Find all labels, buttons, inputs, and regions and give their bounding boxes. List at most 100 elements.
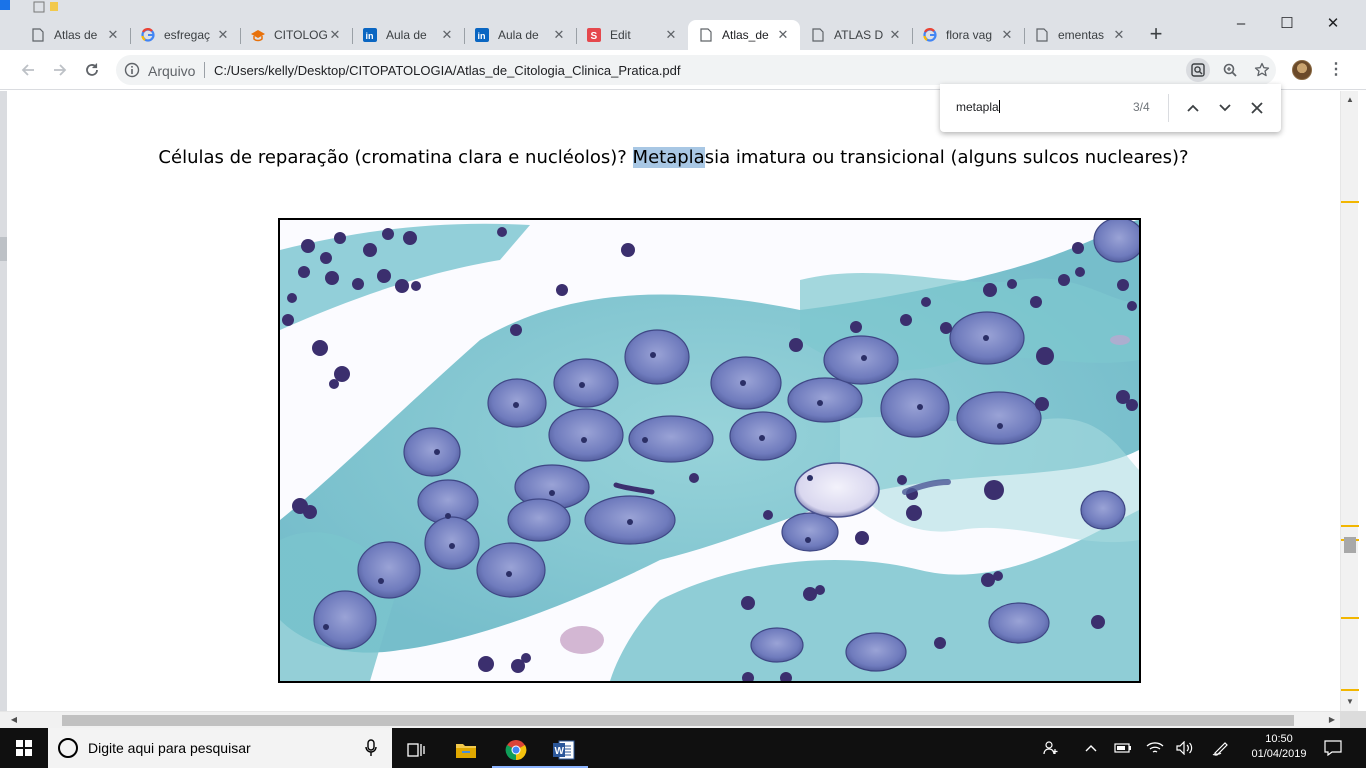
find-match-count: 3/4: [1133, 100, 1150, 114]
back-button[interactable]: [16, 58, 40, 82]
scroll-down-arrow-icon[interactable]: ▼: [1345, 697, 1355, 707]
tab-label: esfregaç: [164, 28, 211, 42]
close-tab-icon[interactable]: ✕: [552, 28, 566, 42]
svg-text:S: S: [591, 31, 598, 42]
match-marker: [1341, 525, 1359, 527]
volume-icon[interactable]: [1174, 728, 1196, 768]
tab-strip: Atlas de ✕ esfregaç ✕ CITOLOG ✕ in Aula …: [0, 0, 1366, 50]
tab-edit[interactable]: S Edit ✕: [576, 20, 688, 50]
caption-before: Células de reparação (cromatina clara e …: [158, 147, 633, 168]
tab-atlas-1[interactable]: Atlas de ✕: [20, 20, 130, 50]
tab-aula-2[interactable]: in Aula de ✕: [464, 20, 576, 50]
tab-label: Atlas de: [54, 28, 98, 42]
browser-menu-icon[interactable]: ⋮: [1326, 58, 1346, 82]
find-next-button[interactable]: [1213, 96, 1237, 120]
maximize-button[interactable]: ☐: [1264, 10, 1310, 38]
pen-workspace-icon[interactable]: [1210, 728, 1232, 768]
close-tab-icon[interactable]: ✕: [1000, 28, 1014, 42]
close-tab-icon[interactable]: ✕: [664, 28, 678, 42]
find-divider: [1168, 94, 1169, 122]
new-tab-button[interactable]: +: [1144, 23, 1168, 47]
linkedin-icon: in: [362, 27, 378, 43]
task-view-icon: [407, 743, 425, 757]
task-view-button[interactable]: [392, 732, 440, 768]
folder-icon: [456, 744, 476, 758]
wifi-icon[interactable]: [1144, 728, 1166, 768]
tab-flora[interactable]: flora vag ✕: [912, 20, 1024, 50]
system-clock[interactable]: 10:50 01/04/2019: [1244, 732, 1314, 762]
scroll-up-arrow-icon[interactable]: ▲: [1345, 95, 1355, 105]
action-center-icon[interactable]: [1318, 728, 1348, 768]
linkedin-icon: in: [474, 27, 490, 43]
document-icon: [698, 27, 714, 43]
close-tab-icon[interactable]: ✕: [888, 28, 902, 42]
find-query: metapla: [956, 100, 999, 114]
search-match-highlight: Metapla: [632, 147, 705, 168]
word-taskbar-button[interactable]: W: [540, 732, 588, 768]
minimize-button[interactable]: –: [1218, 10, 1264, 38]
tab-label: Aula de: [386, 28, 427, 42]
chevron-down-icon: [1219, 104, 1231, 112]
scroll-right-arrow-icon[interactable]: ▶: [1326, 714, 1338, 726]
clock-time: 10:50: [1265, 733, 1293, 745]
show-hidden-icons-chevron-icon[interactable]: [1080, 728, 1102, 768]
tab-citolog[interactable]: CITOLOG ✕: [240, 20, 352, 50]
document-icon: [810, 27, 826, 43]
tab-atlas-active[interactable]: Atlas_de ✕: [688, 20, 800, 50]
tab-label: Atlas_de: [722, 28, 769, 42]
horizontal-scroll-thumb[interactable]: [62, 715, 1294, 726]
file-explorer-button[interactable]: [442, 732, 490, 768]
tab-aula-1[interactable]: in Aula de ✕: [352, 20, 464, 50]
match-marker: [1341, 689, 1359, 691]
close-tab-icon[interactable]: ✕: [1112, 28, 1126, 42]
close-tab-icon[interactable]: ✕: [440, 28, 454, 42]
address-bar[interactable]: Arquivo C:/Users/kelly/Desktop/CITOPATOL…: [116, 55, 1276, 85]
document-icon: [30, 27, 46, 43]
back-arrow-icon: [21, 64, 34, 76]
forward-arrow-icon: [54, 64, 67, 76]
pdf-viewport[interactable]: Células de reparação (cromatina clara e …: [0, 91, 1366, 711]
horizontal-scrollbar[interactable]: ◀ ▶: [0, 711, 1340, 728]
windows-logo-icon: [16, 740, 32, 756]
close-tab-icon[interactable]: ✕: [216, 28, 230, 42]
search-placeholder: Digite aqui para pesquisar: [88, 740, 251, 756]
tab-ementas[interactable]: ementas ✕: [1024, 20, 1136, 50]
pdf-page: Células de reparação (cromatina clara e …: [7, 91, 1340, 711]
close-tab-icon[interactable]: ✕: [776, 28, 790, 42]
taskbar-search[interactable]: Digite aqui para pesquisar: [48, 728, 392, 768]
reload-button[interactable]: [80, 58, 104, 82]
find-previous-button[interactable]: [1181, 96, 1205, 120]
close-window-button[interactable]: ✕: [1310, 10, 1356, 38]
battery-icon[interactable]: [1112, 728, 1134, 768]
figure-caption: Células de reparação (cromatina clara e …: [7, 147, 1340, 168]
tab-label: Aula de: [498, 28, 539, 42]
url-text[interactable]: C:/Users/kelly/Desktop/CITOPATOLOGIA/Atl…: [214, 63, 681, 78]
gutter-marker: [0, 237, 7, 261]
bookmark-star-icon[interactable]: [1250, 58, 1274, 82]
tab-esfregaco[interactable]: esfregaç ✕: [130, 20, 240, 50]
pale-nucleus: [794, 462, 880, 518]
find-close-button[interactable]: [1245, 96, 1269, 120]
scroll-left-arrow-icon[interactable]: ◀: [8, 714, 20, 726]
profile-avatar[interactable]: [1292, 60, 1312, 80]
close-tab-icon[interactable]: ✕: [106, 28, 120, 42]
forward-button[interactable]: [48, 58, 72, 82]
microphone-icon[interactable]: [364, 738, 378, 758]
zoom-icon[interactable]: [1218, 58, 1242, 82]
tab-label: CITOLOG: [274, 28, 328, 42]
google-icon: [140, 27, 156, 43]
people-icon[interactable]: [1040, 728, 1062, 768]
find-input[interactable]: metapla: [956, 100, 1000, 114]
close-tab-icon[interactable]: ✕: [328, 28, 342, 42]
svg-text:in: in: [478, 31, 486, 41]
close-icon: [1251, 102, 1263, 114]
info-icon[interactable]: [124, 62, 140, 78]
match-marker: [1341, 201, 1359, 203]
chrome-taskbar-button[interactable]: [492, 732, 540, 768]
match-marker: [1341, 617, 1359, 619]
start-button[interactable]: [0, 728, 48, 768]
find-in-page-icon[interactable]: [1186, 58, 1210, 82]
vertical-scrollbar[interactable]: ▲ ▼: [1340, 91, 1359, 711]
scroll-thumb[interactable]: [1344, 537, 1356, 553]
tab-atlas-d[interactable]: ATLAS D ✕: [800, 20, 912, 50]
